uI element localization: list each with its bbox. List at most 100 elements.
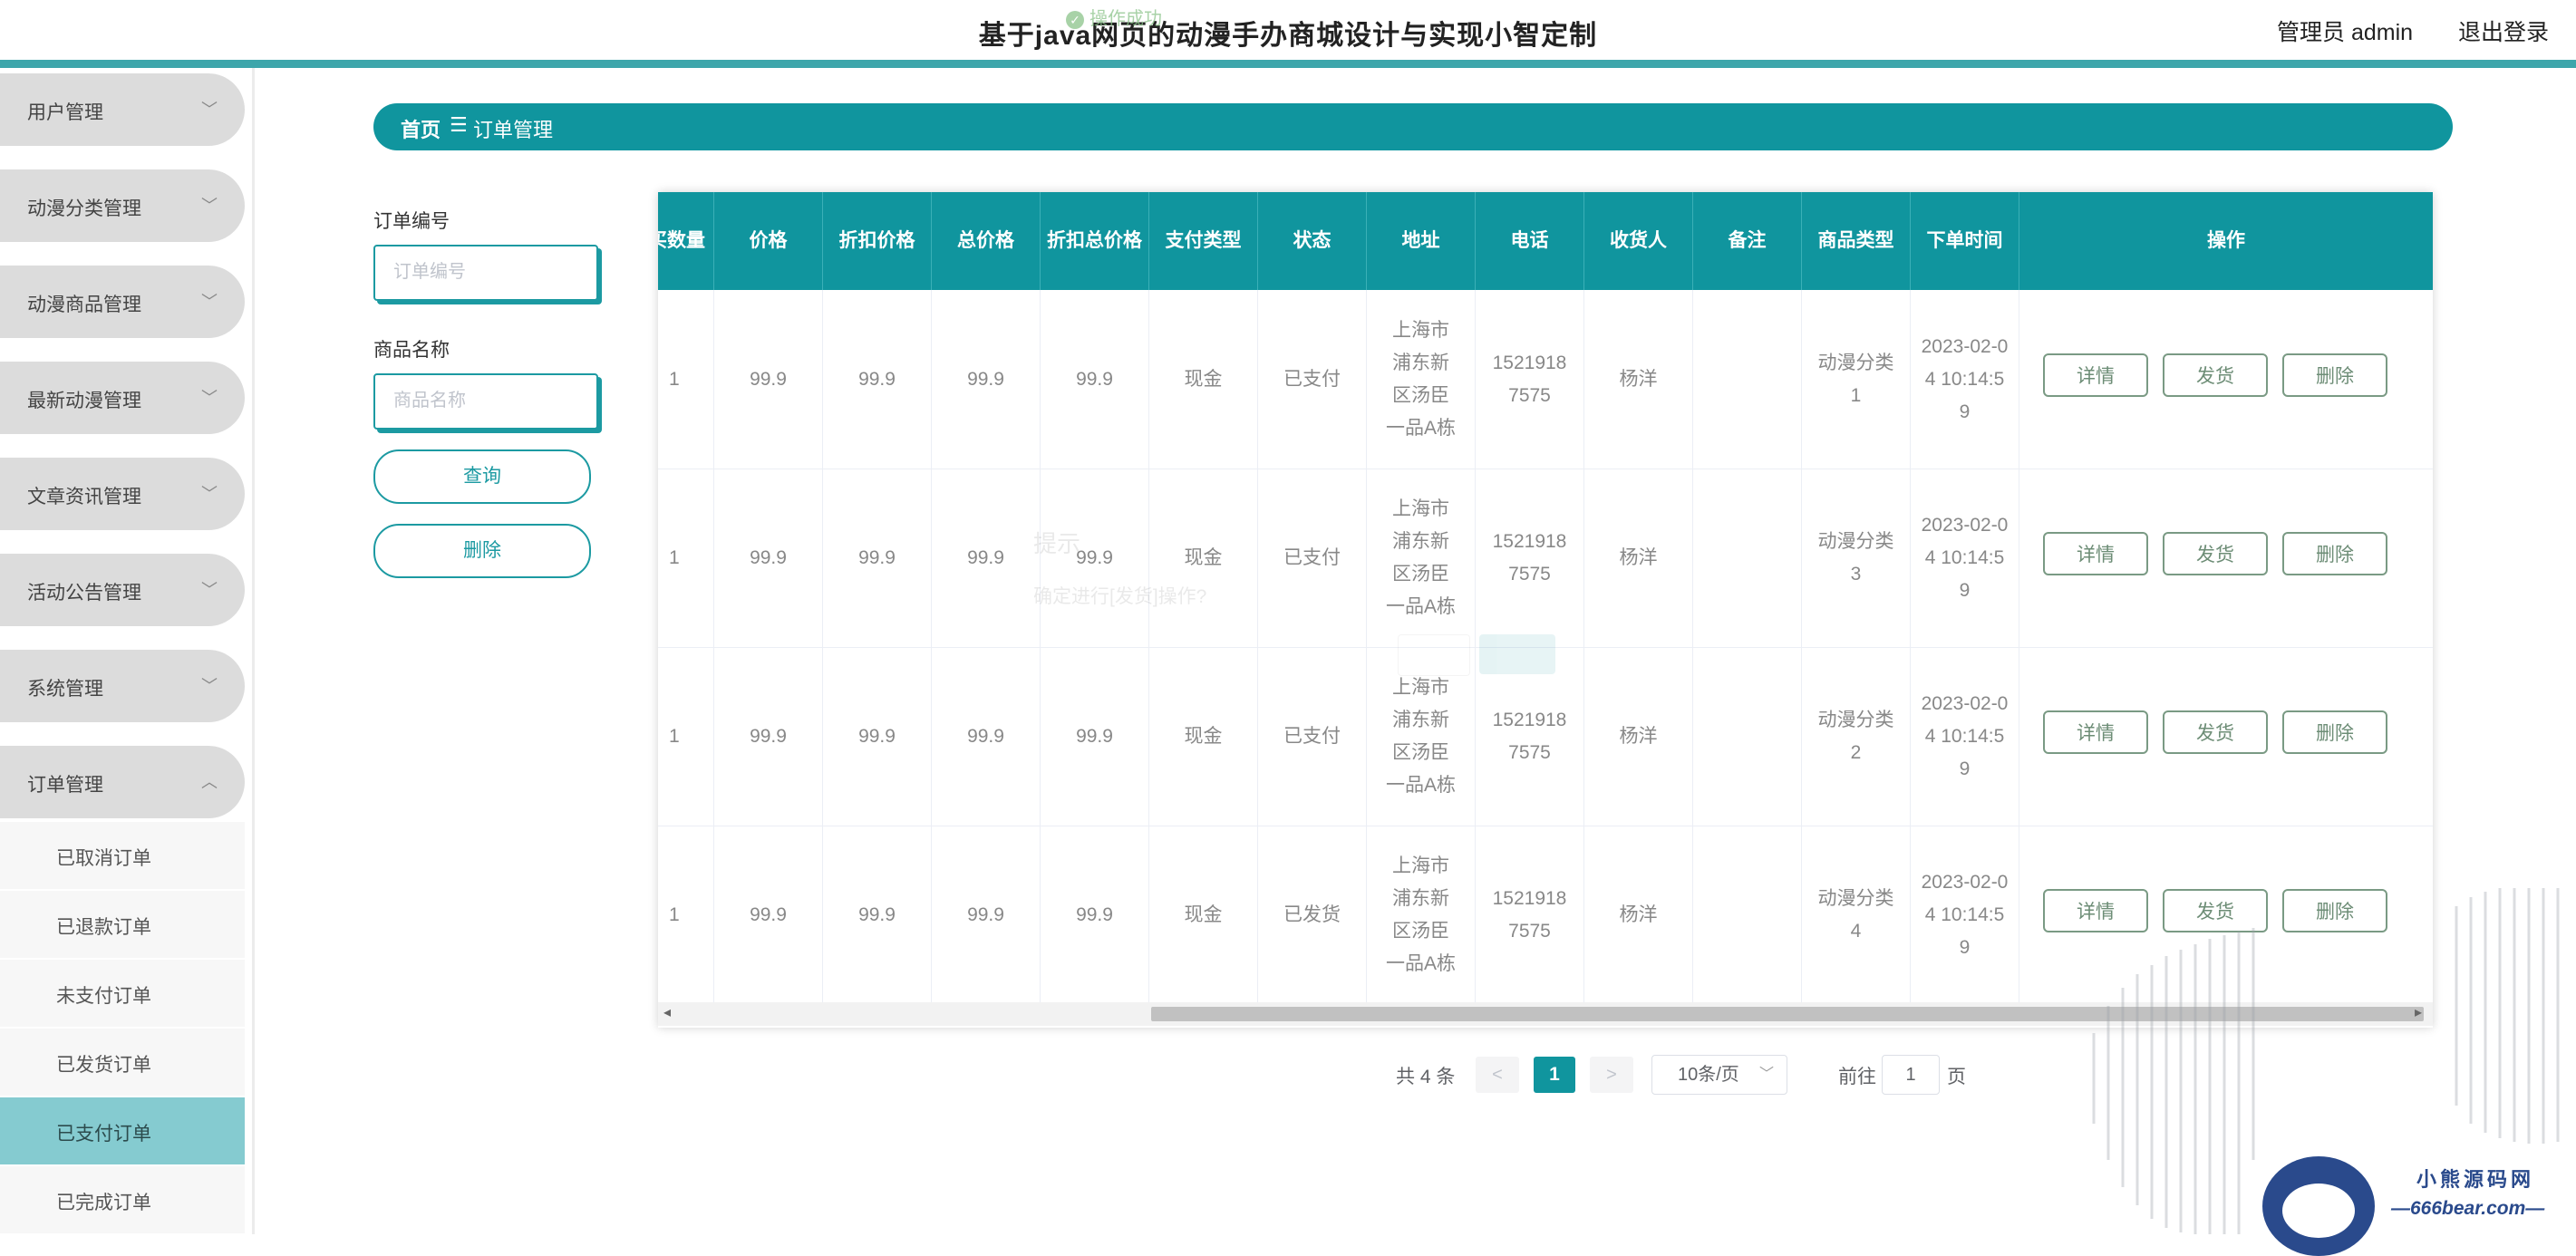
ship-button[interactable]: 发货 [2163,710,2268,754]
chevron-down-icon: ﹀ [1759,1067,1775,1082]
detail-button[interactable]: 详情 [2043,532,2148,575]
cell-actions: 详情 发货 删除 [2019,647,2433,826]
cell-discount-price: 99.9 [823,469,932,647]
batch-delete-button[interactable]: 删除 [373,524,591,578]
header-accent-bar [0,60,2576,68]
sidebar-item-latest-anime-management[interactable]: 最新动漫管理 ﹀ [0,362,245,434]
cell-address: 上海市浦东新区汤臣一品A栋 [1367,826,1476,1004]
fading-confirm-dialog: 提示 确定进行[发货]操作? [993,504,1574,694]
sidebar-item-product-management[interactable]: 动漫商品管理 ﹀ [0,266,245,338]
page-size-value: 10条/页 [1678,1065,1739,1085]
cell-pay-type: 现金 [1149,826,1258,1004]
chevron-down-icon: ﹀ [201,101,218,119]
col-actions: 操作 [2207,230,2245,251]
delete-button[interactable]: 删除 [2282,532,2387,575]
cell-price: 99.9 [714,647,823,826]
ship-button[interactable]: 发货 [2163,353,2268,397]
admin-label: 管理员 admin [2277,20,2414,45]
col-receiver: 收货人 [1584,192,1693,290]
ship-button[interactable]: 发货 [2163,532,2268,575]
cell-actions: 详情 发货 删除 [2019,290,2433,469]
cell-category: 动漫分类4 [1802,826,1911,1004]
cell-quantity: 1 [658,290,714,469]
logout-link[interactable]: 退出登录 [2458,14,2549,47]
cell-receiver: 杨洋 [1584,469,1693,647]
cell-category: 动漫分类3 [1802,469,1911,647]
cell-phone: 15219187575 [1476,826,1584,1004]
cell-category: 动漫分类1 [1802,290,1911,469]
cell-quantity: 1 [658,469,714,647]
breadcrumb-home[interactable]: 首页 [401,114,441,143]
watermark-logo: 小熊源码网 —666bear.com— [2262,1153,2576,1256]
pagination-total: 共 4 条 [1396,1067,1456,1087]
prev-page-button[interactable]: < [1476,1057,1519,1093]
cell-discount-price: 99.9 [823,826,932,1004]
dialog-cancel-button [1398,634,1470,676]
sidebar-item-article-management[interactable]: 文章资讯管理 ﹀ [0,458,245,530]
success-toast: ✓ 操作成功 [1066,4,1162,30]
sidebar-item-notice-management[interactable]: 活动公告管理 ﹀ [0,554,245,626]
app-title: 基于java网页的动漫手办商城设计与实现小智定制 [978,21,1598,51]
cell-discount-price: 99.9 [823,290,932,469]
sidebar-subitem-shipped-orders[interactable]: 已发货订单 [0,1029,245,1096]
cell-status: 已发货 [1258,826,1367,1004]
dialog-title: 提示 [1033,530,1081,557]
query-button[interactable]: 查询 [373,449,591,504]
sidebar-item-system-management[interactable]: 系统管理 ﹀ [0,650,245,722]
sidebar-item-label: 动漫商品管理 [27,295,141,315]
cell-address: 上海市浦东新区汤臣一品A栋 [1367,290,1476,469]
cell-note [1693,290,1802,469]
sidebar-subitem-unpaid-orders[interactable]: 未支付订单 [0,960,245,1027]
next-page-button[interactable]: > [1590,1057,1633,1093]
sidebar: 用户管理 ﹀ 动漫分类管理 ﹀ 动漫商品管理 ﹀ 最新动漫管理 ﹀ 文章资讯管理… [0,68,255,1234]
goto-prefix: 前往 [1838,1067,1876,1087]
cell-discount-total: 99.9 [1041,290,1149,469]
order-no-field [373,245,598,301]
order-no-input[interactable] [392,246,595,297]
chevron-down-icon: ﹀ [201,677,218,695]
sidebar-item-user-management[interactable]: 用户管理 ﹀ [0,73,245,146]
sidebar-subitem-label: 已发货订单 [56,1055,151,1076]
cell-quantity: 1 [658,826,714,1004]
cell-receiver: 杨洋 [1584,647,1693,826]
top-header: 基于java网页的动漫手办商城设计与实现小智定制 ✓ 操作成功 管理员 admin… [0,0,2576,60]
chevron-down-icon: ﹀ [201,485,218,503]
detail-button[interactable]: 详情 [2043,710,2148,754]
sidebar-subitem-refunded-orders[interactable]: 已退款订单 [0,891,245,958]
watermark-url: —666bear.com— [2391,1198,2545,1219]
product-name-input[interactable] [392,375,595,426]
delete-button[interactable]: 删除 [2282,710,2387,754]
col-quantity: 买数量 [658,192,714,290]
chevron-up-icon: ︿ [201,773,218,791]
sidebar-subitem-label: 已支付订单 [56,1124,151,1145]
col-discount-price: 折扣价格 [823,192,932,290]
goto-page-input[interactable]: 1 [1882,1055,1940,1095]
menu-icon: ☰ [450,113,468,136]
sidebar-item-label: 系统管理 [27,679,103,700]
detail-button[interactable]: 详情 [2043,353,2148,397]
page-number-current[interactable]: 1 [1534,1057,1575,1093]
sidebar-item-label: 订单管理 [27,775,103,796]
toast-message: 操作成功 [1089,9,1162,29]
cell-discount-price: 99.9 [823,647,932,826]
sidebar-item-label: 文章资讯管理 [27,487,141,507]
cell-receiver: 杨洋 [1584,290,1693,469]
cell-quantity: 1 [658,647,714,826]
cell-order-time: 2023-02-04 10:14:59 [1911,647,2019,826]
sidebar-subitem-cancelled-orders[interactable]: 已取消订单 [0,822,245,889]
sidebar-subitem-completed-orders[interactable]: 已完成订单 [0,1166,245,1233]
bear-mascot-icon [2262,1156,2375,1256]
chevron-down-icon: ﹀ [201,389,218,407]
sidebar-item-order-management[interactable]: 订单管理 ︿ [0,746,245,818]
sidebar-item-category-management[interactable]: 动漫分类管理 ﹀ [0,169,245,242]
col-pay-type: 支付类型 [1149,192,1258,290]
sidebar-subitem-paid-orders[interactable]: 已支付订单 [0,1097,245,1164]
delete-button[interactable]: 删除 [2282,353,2387,397]
col-phone: 电话 [1476,192,1584,290]
scroll-left-icon[interactable]: ◂ [663,1003,671,1021]
cell-price: 99.9 [714,826,823,1004]
dialog-confirm-button [1479,634,1555,674]
cell-note [1693,469,1802,647]
sidebar-item-label: 动漫分类管理 [27,198,141,219]
page-size-select[interactable]: 10条/页 ﹀ [1651,1055,1787,1095]
